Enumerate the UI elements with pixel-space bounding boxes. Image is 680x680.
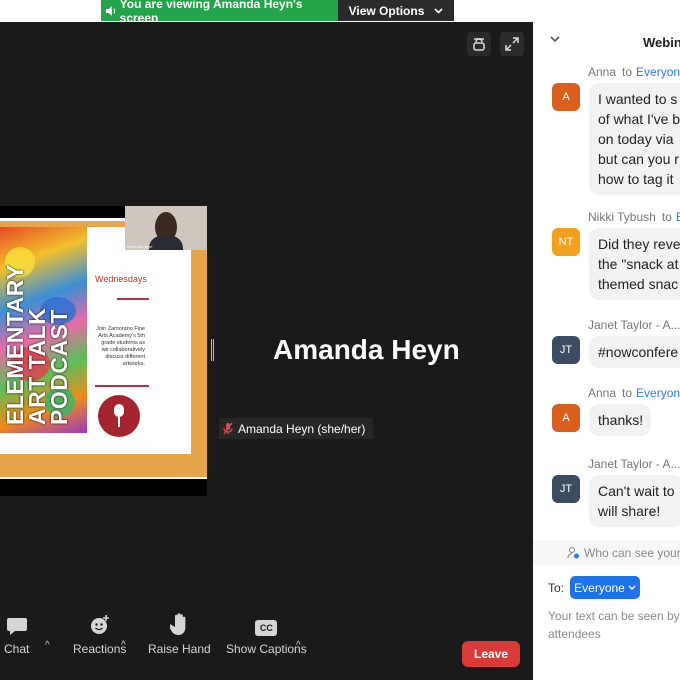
avatar: JT [552,475,580,503]
chat-button[interactable]: Chat [4,610,29,656]
message-sender: Nikki Tybush [588,210,656,224]
message-meta: Anna to Everyon [588,386,680,400]
message-recipient[interactable]: Everyon [636,65,680,79]
message-meta: Janet Taylor - A... [588,318,680,332]
emoji-icon [89,610,111,636]
slide-day: Wednesdays [95,274,147,284]
chat-bubble-icon [6,610,28,636]
message-line: of what I've b [598,111,680,127]
avatar: JT [552,336,580,364]
presenter-video-thumbnail: Amanda Heyn [125,206,207,250]
show-captions-label: Show Captions [226,642,307,656]
message-line: themed snac [598,276,679,292]
chat-input-placeholder: attendees [548,627,601,641]
message-line: will share! [598,503,661,519]
participant-name-tag: Amanda Heyn (she/her) [219,418,374,439]
avatar: A [552,83,580,111]
message-bubble: I wanted to s of what I've b on today via b… [589,83,680,195]
message-to: to [622,386,633,400]
fullscreen-icon[interactable] [500,32,524,56]
message-line: Did they reve [598,236,680,252]
message-sender: Anna [588,65,617,79]
captions-options-caret-icon[interactable]: ^ [296,640,301,651]
message-bubble: Did they reve the "snack at themed snac [589,228,680,300]
screen-share-banner: You are viewing Amanda Heyn's screen Vie… [101,0,454,25]
participant-name: Amanda Heyn (she/her) [238,421,366,436]
message-to: to [622,65,633,79]
split-view-handle[interactable] [211,339,214,361]
recipient-dropdown[interactable]: Everyone [570,576,640,599]
message-bubble: thanks! [589,404,652,436]
hand-icon [170,610,188,636]
raise-hand-button[interactable]: Raise Hand [148,610,211,656]
raise-hand-label: Raise Hand [148,642,211,656]
message-line: but can you r [598,151,679,167]
chat-input-field[interactable]: Your text can be seen by attendees [548,607,680,643]
share-status-text: You are viewing Amanda Heyn's screen [119,0,303,25]
video-area: ELEMENTARY ART TALK PODCAST Wednesdays J… [0,22,533,680]
message-sender: Anna [588,386,617,400]
speaker-display-name: Amanda Heyn [273,334,460,365]
slide-blurb: Join Zamorano Fine Arts Academy's 5th gr… [96,326,145,367]
show-captions-button[interactable]: CC Show Captions [226,610,307,656]
muted-mic-icon [223,422,233,435]
message-to: to [661,210,672,224]
slide-divider [95,385,149,387]
chat-panel: Webin Anna to Everyon A I wanted to s of what… [533,22,680,680]
presenter-shirt [149,236,183,250]
who-can-see-text: Who can see your r [584,546,680,560]
leave-button[interactable]: Leave [462,641,520,667]
view-options-label: View Options [348,3,425,18]
chevron-down-icon[interactable] [550,32,560,46]
reactions-label: Reactions [73,642,127,656]
message-meta: Anna to Everyon [588,65,680,79]
chat-options-caret-icon[interactable]: ^ [45,640,50,651]
chevron-down-icon [434,7,443,14]
to-label: To: [548,581,565,595]
view-options-button[interactable]: View Options [338,0,454,21]
slide-artwork: ELEMENTARY ART TALK PODCAST [0,227,87,433]
message-line: Can't wait to [598,483,675,499]
message-meta: Nikki Tybush to E [588,210,680,224]
reactions-button[interactable]: Reactions [73,610,126,656]
message-line: on today via [598,131,674,147]
slide-content: ELEMENTARY ART TALK PODCAST Wednesdays J… [0,227,191,454]
share-status: You are viewing Amanda Heyn's screen [101,0,338,25]
avatar: NT [552,228,580,256]
message-sender: Janet Taylor - A... [588,457,680,471]
message-line: I wanted to s [598,91,678,107]
message-bubble: Can't wait to will share! [589,475,680,527]
closed-captions-icon: CC [255,610,278,636]
panel-title: Webin [643,35,680,50]
message-line: thanks! [598,412,644,428]
reactions-options-caret-icon[interactable]: ^ [121,640,126,651]
slide-title: ELEMENTARY ART TALK PODCAST [2,264,72,425]
chat-input-placeholder: Your text can be seen by [548,609,680,623]
recipient-selected: Everyone [574,580,625,595]
slide-divider [117,298,149,300]
cc-badge: CC [255,620,278,636]
message-sender: Janet Taylor - A... [588,318,680,332]
view-mode-icon[interactable] [467,32,491,56]
slide-title-line: ART TALK [24,307,50,425]
message-recipient[interactable]: Everyon [636,386,680,400]
chevron-down-icon [628,585,636,590]
avatar: A [552,404,580,432]
who-can-see-link[interactable]: Who can see your r [533,540,680,566]
chat-label: Chat [4,642,30,656]
message-line: #nowconfere [598,344,679,360]
message-recipient[interactable]: E [676,210,680,224]
message-line: how to tag it [598,171,674,187]
person-icon [567,546,579,559]
shared-screen: ELEMENTARY ART TALK PODCAST Wednesdays J… [0,206,207,496]
slide-title-line: ELEMENTARY [2,264,28,425]
message-line: the "snack at [598,256,679,272]
speaker-icon [105,5,116,16]
message-meta: Janet Taylor - A... [588,457,680,471]
slide-title-line: PODCAST [46,309,72,425]
microphone-icon [98,395,140,437]
message-bubble: #nowconfere [589,336,680,368]
presenter-thumb-label: Amanda Heyn [127,244,153,249]
